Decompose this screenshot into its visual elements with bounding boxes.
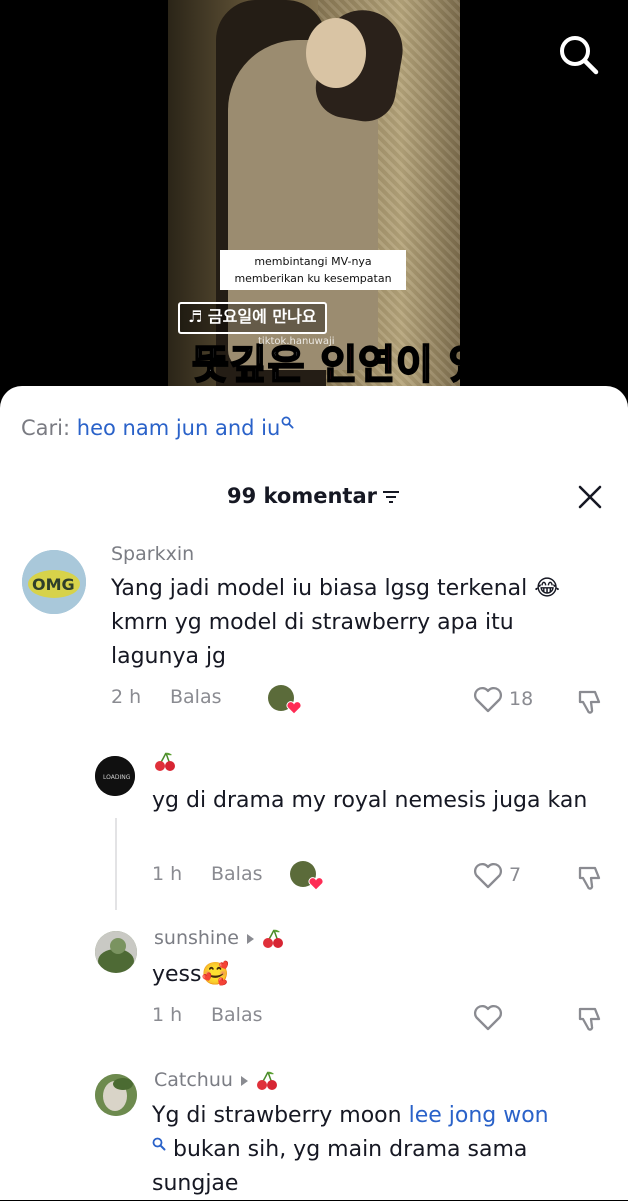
- video-figure: [306, 18, 366, 88]
- heart-icon: [308, 877, 324, 891]
- comment-username[interactable]: Sparkxin: [111, 543, 194, 565]
- like-count: 7: [509, 864, 522, 886]
- comment-count: 99 komentar: [226, 484, 377, 508]
- close-icon[interactable]: [575, 482, 605, 512]
- caption-part: 뜻깊은: [191, 341, 321, 389]
- avatar-image: [95, 931, 137, 973]
- avatar[interactable]: [95, 1074, 137, 1116]
- subtitle-line: membintangi MV-nya: [254, 255, 372, 268]
- video-player[interactable]: membintangi MV-nya memberikan ku kesempa…: [168, 0, 460, 400]
- cherry-icon: [262, 929, 283, 948]
- avatar-image: LOADING: [95, 756, 135, 796]
- avatar[interactable]: OMG: [22, 550, 86, 614]
- reply-to-caret: [240, 1075, 248, 1086]
- related-search[interactable]: Cari: heo nam jun and iu: [21, 416, 294, 440]
- creator-liked-avatar: [290, 861, 324, 891]
- comment-time: 1 h: [152, 1004, 183, 1026]
- video-subtitle: membintangi MV-nya memberikan ku kesempa…: [220, 250, 406, 290]
- sort-icon[interactable]: [381, 489, 401, 505]
- comment-text-part: bukan sih, yg main drama sama sungjae: [152, 1137, 528, 1196]
- creator-liked-avatar: [268, 685, 302, 715]
- reply-button[interactable]: Balas: [170, 686, 222, 708]
- video-watermark: tiktok.hanuwaji: [258, 336, 335, 347]
- avatar-image: OMG: [22, 550, 86, 614]
- comment-sheet: Cari: heo nam jun and iu 99 komentar OMG…: [0, 386, 628, 1200]
- related-search-query[interactable]: heo nam jun and iu: [77, 416, 281, 440]
- search-link[interactable]: lee jong won: [409, 1103, 549, 1128]
- like-icon[interactable]: [473, 1004, 503, 1032]
- comment-time: 1 h: [152, 863, 183, 885]
- search-icon: [281, 416, 294, 429]
- svg-text:LOADING: LOADING: [103, 774, 131, 781]
- comment-text: Yang jadi model iu biasa lgsg terkenal 😂…: [111, 576, 560, 669]
- like-icon[interactable]: [473, 686, 503, 714]
- comment-text: Yg di strawberry moon lee jong won bukan…: [152, 1099, 612, 1201]
- svg-text:OMG: OMG: [32, 575, 75, 594]
- like-icon[interactable]: [473, 862, 503, 890]
- comment-username[interactable]: sunshine: [154, 927, 284, 950]
- search-icon[interactable]: [556, 32, 600, 76]
- thread-line: [115, 818, 117, 910]
- caption-highlight: 인연: [319, 341, 396, 389]
- reply-to-caret: [246, 933, 254, 944]
- comment-time: 2 h: [111, 686, 142, 708]
- reply-button[interactable]: Balas: [211, 863, 263, 885]
- dislike-icon[interactable]: [575, 862, 605, 892]
- like-count: 18: [509, 688, 534, 710]
- comment-username[interactable]: [154, 750, 176, 773]
- cherry-icon: [155, 752, 175, 771]
- subtitle-line: memberikan ku kesempatan: [234, 272, 392, 285]
- comment-count-title[interactable]: 99 komentar: [0, 484, 628, 508]
- heart-icon: [286, 701, 302, 715]
- caption-part: 이 있: [395, 341, 460, 389]
- comment-text: yg di drama my royal nemesis juga kan: [152, 788, 588, 813]
- username-text: Catchuu: [154, 1069, 233, 1091]
- avatar[interactable]: LOADING: [95, 756, 135, 796]
- reply-button[interactable]: Balas: [211, 1004, 263, 1026]
- comment-text-part: Yg di strawberry moon: [152, 1103, 409, 1128]
- song-tag: ♬ 금요일에 만나요: [178, 302, 327, 334]
- related-search-label: Cari:: [21, 416, 71, 440]
- dislike-icon[interactable]: [575, 686, 605, 716]
- avatar[interactable]: [95, 931, 137, 973]
- comment-username[interactable]: Catchuu: [154, 1069, 278, 1092]
- username-text: sunshine: [154, 927, 239, 949]
- search-icon: [152, 1137, 166, 1151]
- comment-text: yess🥰: [152, 962, 229, 987]
- dislike-icon[interactable]: [575, 1003, 605, 1033]
- avatar-image: [95, 1074, 137, 1116]
- cherry-icon: [256, 1071, 277, 1090]
